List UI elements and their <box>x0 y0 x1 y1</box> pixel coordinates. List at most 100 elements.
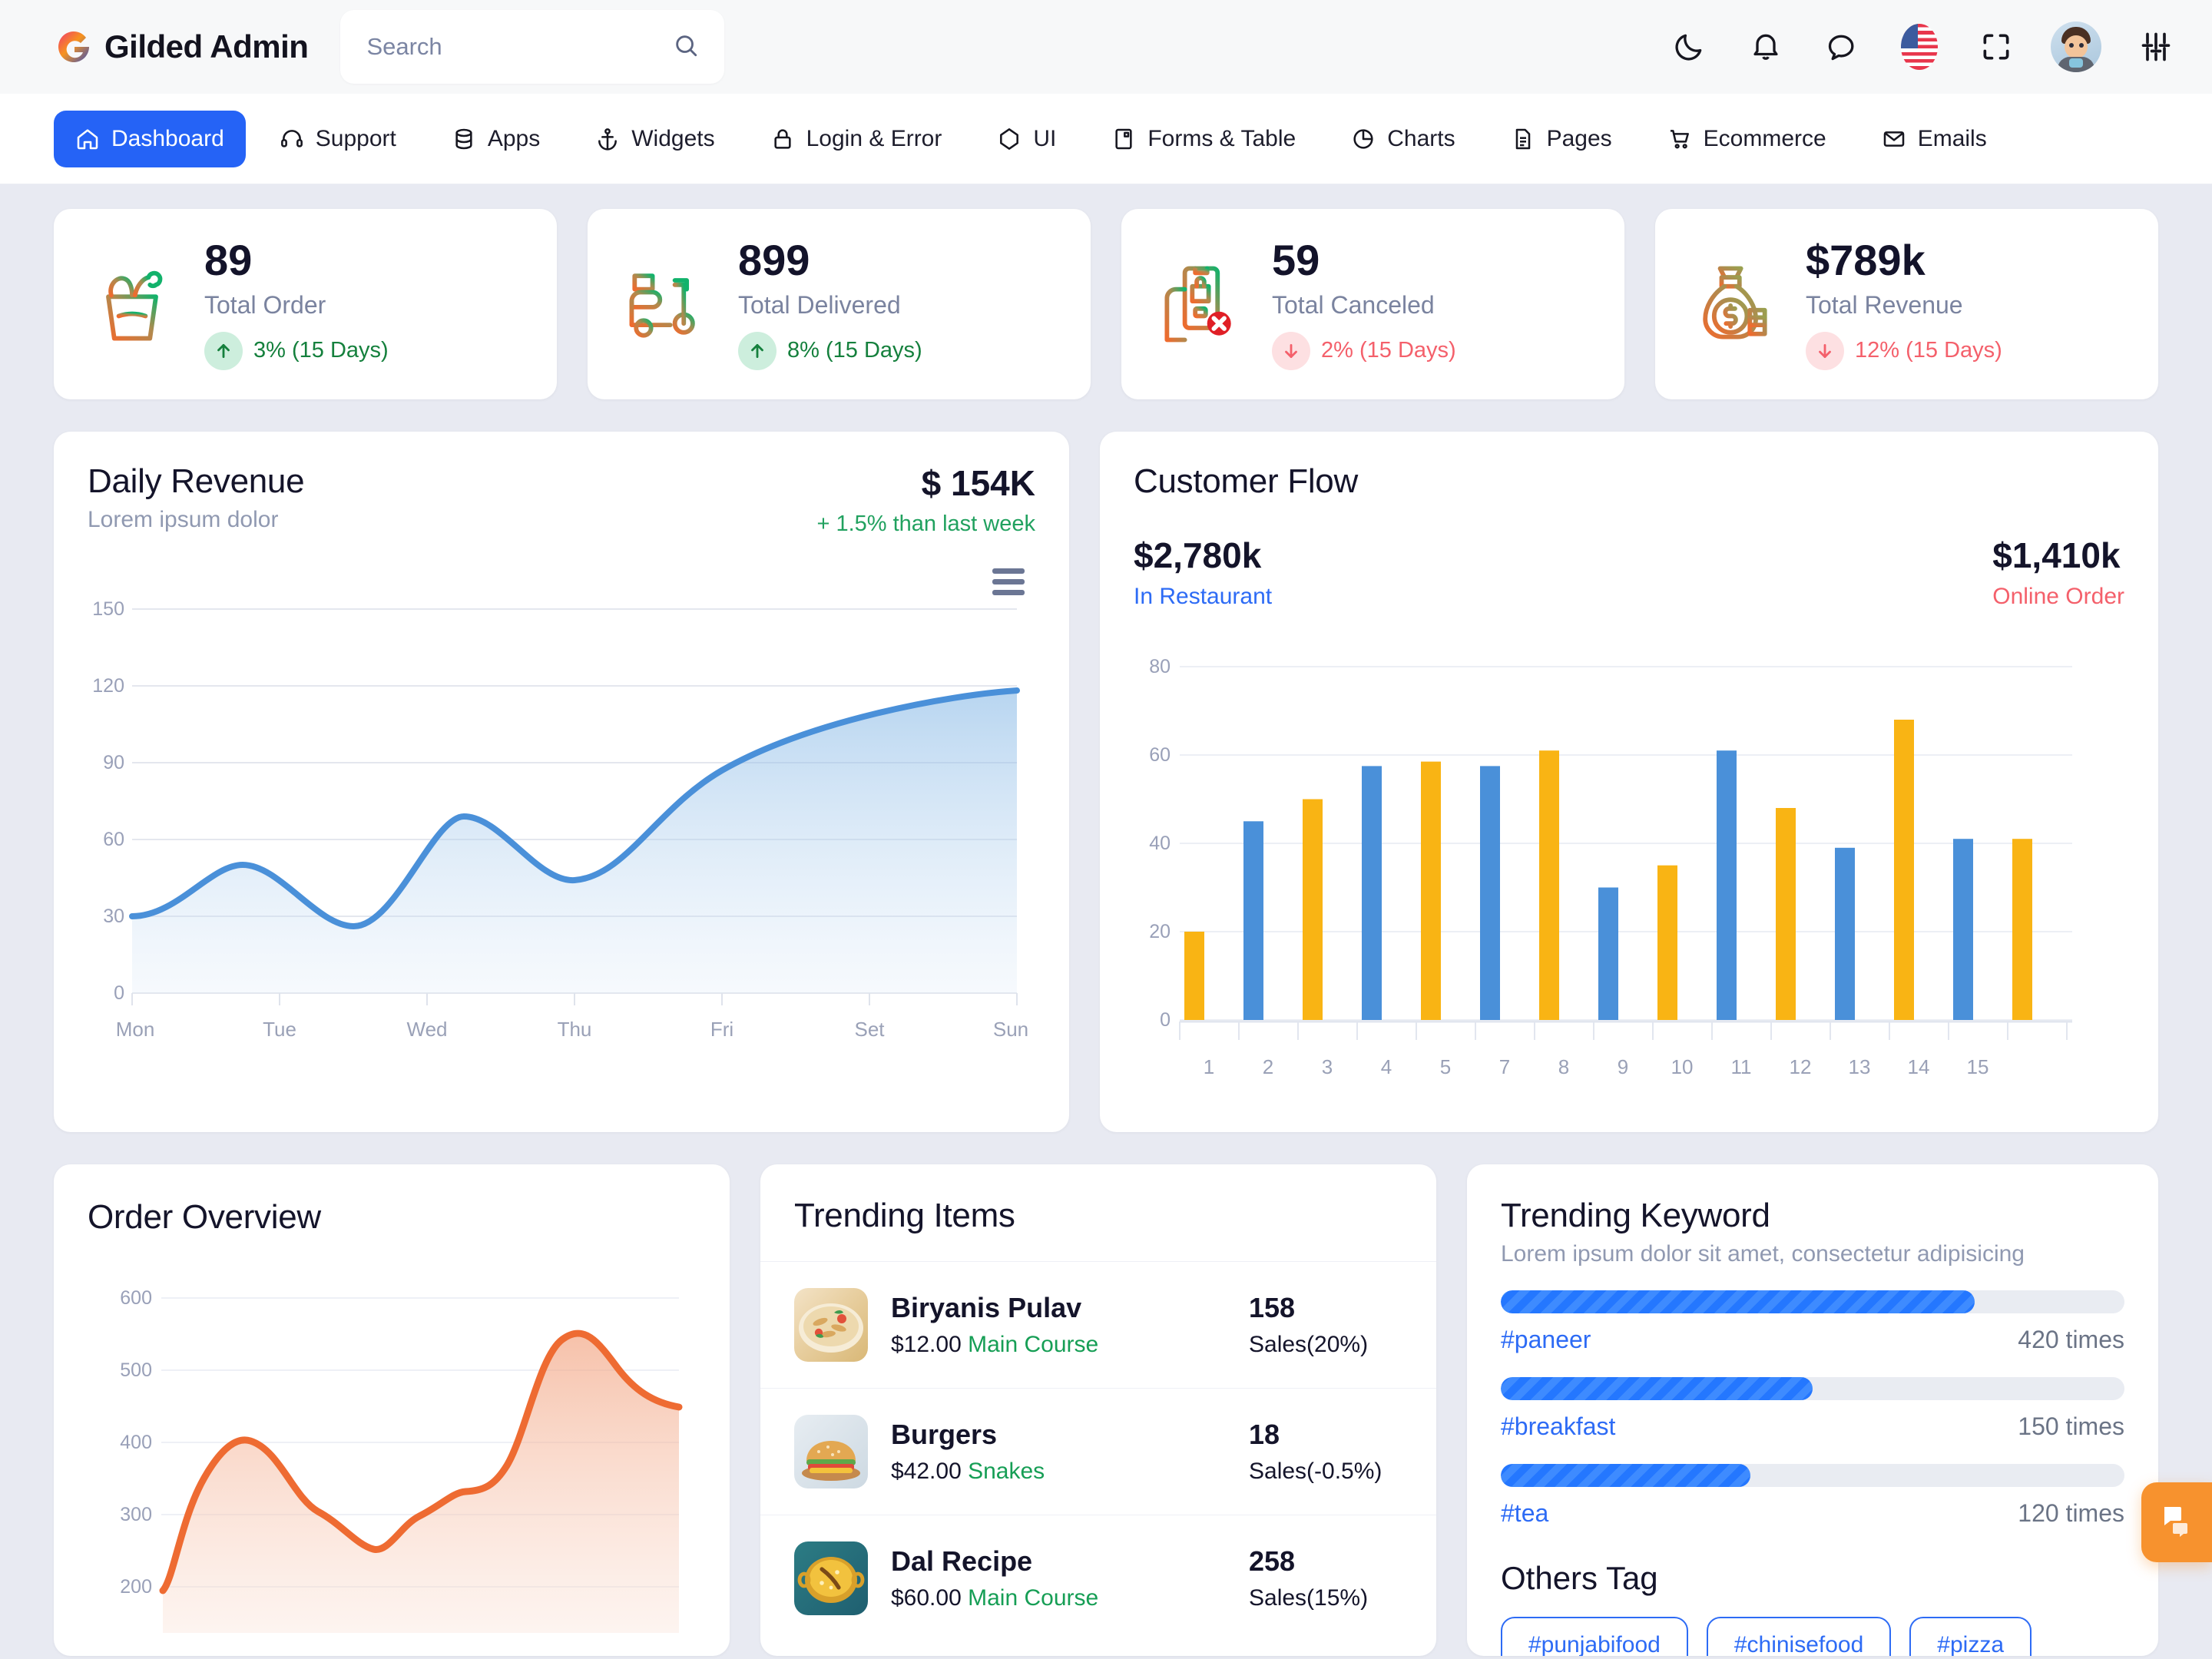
svg-text:1: 1 <box>1204 1055 1214 1078</box>
nav-item-dashboard[interactable]: Dashboard <box>54 110 246 167</box>
canceled-order-icon <box>1152 257 1247 352</box>
charts-row: Daily Revenue Lorem ipsum dolor $ 154K +… <box>54 432 2158 1132</box>
daily-revenue-title: Daily Revenue <box>88 462 305 500</box>
stat-delta-text: 12% (15 Days) <box>1855 338 2002 363</box>
daily-revenue-amount: $ 154K <box>921 463 1035 503</box>
keyword-tag[interactable]: #tea <box>1501 1499 1548 1528</box>
others-tag-title: Others Tag <box>1501 1560 1658 1596</box>
item-meta: $42.00 Snakes <box>891 1459 1045 1485</box>
daily-revenue-subtitle: Lorem ipsum dolor <box>88 507 279 532</box>
keyword-progress-track <box>1501 1464 2124 1487</box>
nav-item-charts[interactable]: Charts <box>1330 111 1476 167</box>
keyword-progress-track <box>1501 1377 2124 1400</box>
nav-label: UI <box>1033 125 1057 151</box>
tag-chip[interactable]: #chinisefood <box>1706 1617 1892 1656</box>
nav-item-ecommerce[interactable]: Ecommerce <box>1646 111 1848 167</box>
tag-chip[interactable]: #punjabifood <box>1501 1617 1688 1656</box>
search-box[interactable] <box>340 10 725 84</box>
svg-text:2: 2 <box>1263 1055 1273 1078</box>
chat-support-fab[interactable] <box>2141 1482 2212 1562</box>
arrow-down-icon <box>1272 331 1310 370</box>
language-flag-icon[interactable] <box>1897 24 1942 70</box>
stat-value: 899 <box>738 236 810 285</box>
svg-text:300: 300 <box>120 1504 152 1525</box>
settings-sliders-icon[interactable] <box>2134 25 2178 69</box>
svg-text:150: 150 <box>92 598 124 620</box>
food-basket-icon <box>84 257 180 352</box>
arrow-down-icon <box>1806 331 1844 370</box>
nav-item-apps[interactable]: Apps <box>430 111 561 167</box>
stat-delta: 2% (15 Days) <box>1272 331 1456 370</box>
nav-label: Emails <box>1917 125 1987 151</box>
stat-delta: 12% (15 Days) <box>1806 331 2002 370</box>
order-overview-title: Order Overview <box>88 1198 321 1236</box>
nav-item-widgets[interactable]: Widgets <box>574 111 736 167</box>
trending-keyword-subtitle: Lorem ipsum dolor sit amet, consectetur … <box>1501 1241 2025 1267</box>
customer-flow-title: Customer Flow <box>1134 462 1358 500</box>
svg-text:40: 40 <box>1149 833 1171 854</box>
item-meta: $12.00 Main Course <box>891 1332 1098 1358</box>
nav-item-ui[interactable]: UI <box>975 111 1078 167</box>
nav-item-support[interactable]: Support <box>258 111 418 167</box>
stat-label: Total Order <box>204 290 326 319</box>
svg-text:60: 60 <box>103 829 124 850</box>
item-price: $60.00 <box>891 1585 962 1611</box>
keyword-progress-fill <box>1501 1290 1975 1313</box>
brand-name: Gilded Admin <box>104 28 309 65</box>
svg-text:Mon: Mon <box>116 1018 155 1041</box>
burger-photo <box>794 1415 868 1488</box>
svg-text:30: 30 <box>103 906 124 927</box>
hamburger-menu-icon[interactable] <box>992 568 1025 601</box>
nav-item-pages[interactable]: Pages <box>1489 111 1634 167</box>
search-icon[interactable] <box>673 32 699 62</box>
keyword-tag[interactable]: #breakfast <box>1501 1412 1615 1441</box>
daily-revenue-chart: 15012090 60300 Mon Tue Wed Thu Fri Set S… <box>92 598 1028 1041</box>
biryani-photo <box>794 1288 868 1362</box>
delivery-scooter-icon <box>618 257 714 352</box>
svg-text:7: 7 <box>1499 1055 1510 1078</box>
keyword-times: 120 times <box>2018 1499 2124 1527</box>
money-bag-icon <box>1686 257 1781 352</box>
svg-text:15: 15 <box>1967 1055 1989 1078</box>
keyword-progress-item: #breakfast 150 times <box>1501 1377 2124 1441</box>
chat-icon[interactable] <box>1820 25 1865 69</box>
svg-text:400: 400 <box>120 1432 152 1453</box>
keyword-progress-item: #paneer 420 times <box>1501 1290 2124 1354</box>
tag-chip[interactable]: #pizza <box>1909 1617 2032 1656</box>
order-overview-chart: 600 500 400 300 200 <box>120 1287 683 1633</box>
brand-logo-group[interactable]: Gilded Admin <box>54 27 309 67</box>
nav-label: Dashboard <box>111 125 224 151</box>
dark-mode-icon[interactable] <box>1667 25 1711 69</box>
item-count: 158 <box>1249 1292 1296 1323</box>
customer-flow-summary: $2,780k In Restaurant $1,410k Online Ord… <box>1134 535 2124 610</box>
svg-text:90: 90 <box>103 752 124 773</box>
arrow-up-icon <box>738 331 777 370</box>
daily-revenue-note: + 1.5% than last week <box>816 512 1035 536</box>
keyword-tag[interactable]: #paneer <box>1501 1326 1591 1354</box>
item-name: Biryanis Pulav <box>891 1292 1082 1323</box>
nav-label: Forms & Table <box>1147 125 1296 151</box>
keyword-progress-item: #tea 120 times <box>1501 1464 2124 1528</box>
user-avatar[interactable] <box>2051 22 2101 72</box>
g-logo-icon <box>54 27 94 67</box>
item-price: $42.00 <box>891 1459 962 1484</box>
stat-delta-text: 8% (15 Days) <box>787 338 922 363</box>
svg-text:Tue: Tue <box>263 1018 296 1041</box>
nav-label: Support <box>315 125 396 151</box>
notification-bell-icon[interactable] <box>1743 25 1788 69</box>
stat-delta: 3% (15 Days) <box>204 331 389 370</box>
fullscreen-icon[interactable] <box>1974 25 2018 69</box>
svg-text:Set: Set <box>854 1018 885 1041</box>
trending-items-card: Trending Items Biryanis Pulav $12.00 Mai… <box>760 1164 1436 1656</box>
search-input[interactable] <box>366 33 674 61</box>
nav-item-login-error[interactable]: Login & Error <box>749 111 964 167</box>
nav-item-emails[interactable]: Emails <box>1860 111 2008 167</box>
trending-item-row[interactable]: Dal Recipe $60.00 Main Course 258 Sales(… <box>760 1515 1436 1641</box>
nav-item-forms-table[interactable]: Forms & Table <box>1090 111 1317 167</box>
trending-item-row[interactable]: Burgers $42.00 Snakes 18 Sales(-0.5%) <box>760 1389 1436 1515</box>
svg-text:14: 14 <box>1908 1055 1930 1078</box>
keyword-progress-fill <box>1501 1377 1813 1400</box>
trending-item-row[interactable]: Biryanis Pulav $12.00 Main Course 158 Sa… <box>760 1262 1436 1389</box>
item-category: Main Course <box>968 1332 1099 1357</box>
nav-label: Apps <box>487 125 541 151</box>
